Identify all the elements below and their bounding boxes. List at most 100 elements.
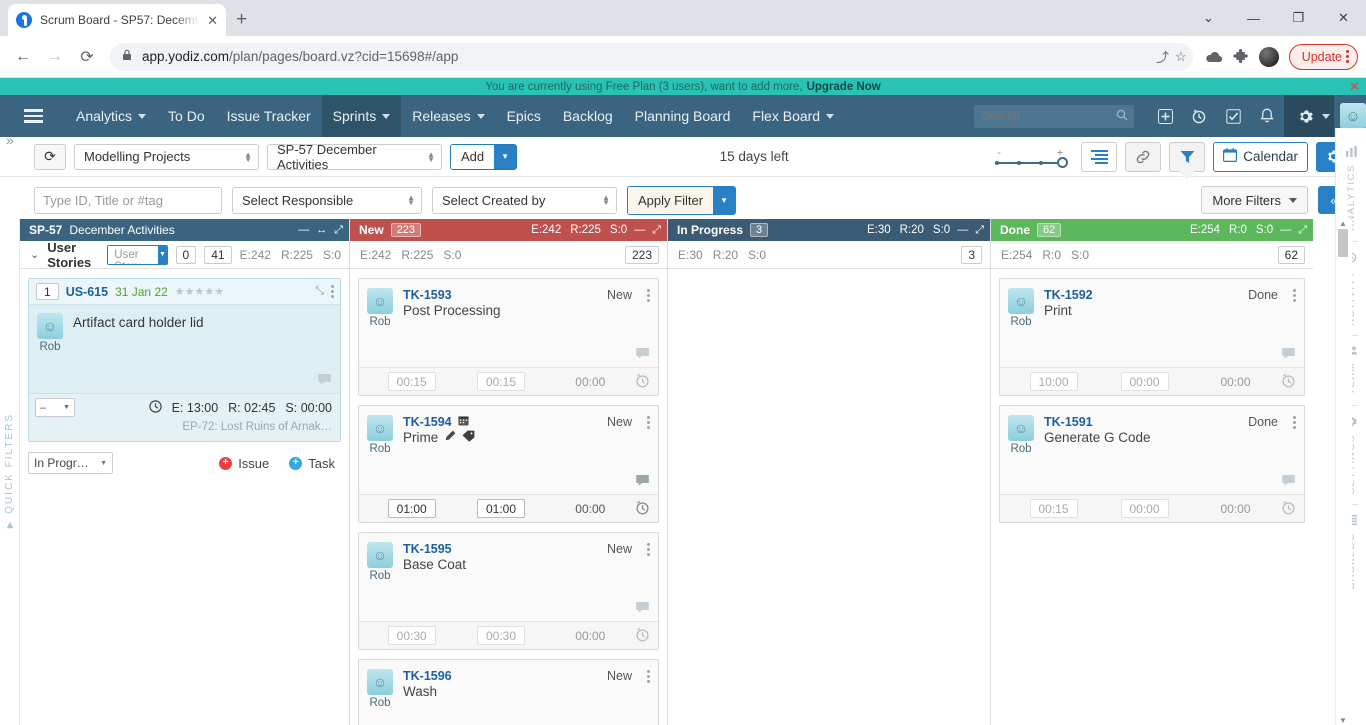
expand-icon[interactable]: ⤢ — [334, 224, 343, 237]
expand-icon[interactable]: ⤢ — [652, 224, 661, 237]
expand-left-panel-icon[interactable]: » — [6, 132, 14, 148]
priority-select[interactable]: – ▼ — [35, 398, 75, 417]
timer-icon[interactable] — [635, 373, 650, 391]
cloud-extension-icon[interactable] — [1205, 50, 1223, 64]
chevron-down-icon[interactable]: ▼ — [713, 186, 736, 214]
tab-close-icon[interactable]: ✕ — [207, 14, 218, 27]
upgrade-now-link[interactable]: Upgrade Now — [807, 81, 881, 93]
minimize-icon[interactable]: — — [298, 224, 309, 236]
card-size-slider[interactable]: - + — [991, 148, 1069, 168]
task-estimate[interactable]: 00:30 — [387, 626, 436, 645]
refresh-button[interactable]: ⟳ — [34, 143, 66, 170]
timer-icon[interactable] — [1281, 500, 1296, 518]
task-estimate[interactable]: 00:15 — [387, 372, 436, 391]
task-estimate[interactable]: 10:00 — [1029, 372, 1078, 391]
task-status[interactable]: New — [607, 542, 632, 556]
add-icon[interactable] — [1148, 95, 1182, 137]
task-id[interactable]: TK-1595 — [403, 542, 466, 556]
nav-issue-tracker[interactable]: Issue Tracker — [216, 95, 322, 137]
task-id[interactable]: TK-1591 — [1044, 415, 1151, 429]
task-remaining[interactable]: 00:15 — [476, 372, 525, 391]
link-button[interactable] — [1125, 141, 1162, 172]
expand-icon[interactable]: ⤢ — [1298, 224, 1307, 237]
minimize-icon[interactable]: — — [1280, 224, 1291, 236]
resize-icon[interactable]: ↔ — [316, 224, 327, 236]
filter-button[interactable] — [1169, 141, 1206, 172]
scroll-down-arrow[interactable]: ▼ — [1338, 716, 1348, 725]
chevron-down-icon[interactable]: ▼ — [158, 245, 167, 264]
card-menu-icon[interactable] — [647, 416, 650, 429]
apply-filter-button[interactable]: Apply Filter ▼ — [627, 185, 737, 215]
task-status[interactable]: Done — [1248, 288, 1278, 302]
task-status[interactable]: New — [607, 415, 632, 429]
nav-planning-board[interactable]: Planning Board — [624, 95, 742, 137]
user-story-id[interactable]: US-615 — [66, 285, 108, 299]
collapse-chevron-icon[interactable]: ⌄ — [30, 248, 39, 261]
task-card[interactable]: ☺ Rob TK-1594 Prime New 01:00 01:00 00:0… — [358, 405, 659, 523]
bookmark-star-icon[interactable]: ☆ — [1175, 49, 1187, 65]
scroll-up-arrow[interactable]: ▲ — [1338, 219, 1348, 228]
scroll-thumb[interactable] — [1338, 229, 1348, 257]
chrome-menu-icon[interactable] — [1346, 50, 1349, 63]
checkbox-icon[interactable] — [1216, 95, 1250, 137]
edit-pencil-icon[interactable] — [444, 430, 456, 445]
priority-stars[interactable]: ★★★★★ — [175, 285, 224, 298]
search-icon[interactable] — [1116, 109, 1128, 124]
puzzle-extension-icon[interactable] — [1233, 48, 1249, 65]
sprint-select[interactable]: SP-57 December Activities ▲ ▼ — [267, 142, 442, 172]
comment-icon[interactable] — [1281, 347, 1296, 363]
timer-icon[interactable] — [1281, 373, 1296, 391]
task-card[interactable]: ☺ Rob TK-1593 Post Processing New 00:15 — [358, 278, 659, 396]
task-remaining[interactable]: 01:00 — [476, 499, 525, 518]
card-menu-icon[interactable] — [647, 289, 650, 302]
forward-button[interactable]: → — [40, 42, 70, 72]
card-menu-icon[interactable] — [331, 285, 334, 298]
task-status[interactable]: Done — [1248, 415, 1278, 429]
browser-tab[interactable]: Scrum Board - SP57: December A ✕ — [8, 4, 226, 36]
reload-button[interactable]: ⟳ — [72, 42, 102, 72]
task-id[interactable]: TK-1593 — [403, 288, 501, 302]
add-user-story-button[interactable]: Add User Story ▼ — [107, 244, 168, 265]
createdby-select[interactable]: Select Created by ▲ ▼ — [432, 186, 617, 214]
status-select[interactable]: In Progr… ▼ — [28, 452, 113, 474]
user-story-card[interactable]: 1 US-615 31 Jan 22 ★★★★★ ⤡ ☺ Rob Artifac… — [28, 278, 341, 442]
task-estimate[interactable]: 00:15 — [1029, 499, 1078, 518]
task-status[interactable]: New — [607, 288, 632, 302]
in-progress-tasks-body[interactable] — [668, 269, 990, 725]
list-view-button[interactable] — [1081, 141, 1118, 172]
banner-close-icon[interactable]: ✕ — [1349, 79, 1360, 95]
task-remaining[interactable]: 00:00 — [1120, 499, 1169, 518]
task-estimate[interactable]: 01:00 — [387, 499, 436, 518]
add-button[interactable]: Add ▼ — [450, 143, 518, 170]
add-task-button[interactable]: + Task — [289, 456, 335, 471]
task-id[interactable]: TK-1596 — [403, 669, 452, 683]
chevron-down-icon[interactable] — [1322, 113, 1330, 119]
project-select[interactable]: Modelling Projects ▲ ▼ — [74, 143, 259, 170]
epic-label[interactable]: EP-72: Lost Ruins of Arnak… — [29, 421, 340, 441]
task-card[interactable]: ☺ Rob TK-1592 Print Done 10:00 00:00 00:… — [999, 278, 1305, 396]
task-card[interactable]: ☺ Rob TK-1591 Generate G Code Done 00:15 — [999, 405, 1305, 523]
nav-analytics[interactable]: Analytics — [65, 95, 157, 137]
task-id[interactable]: TK-1594 — [403, 415, 452, 429]
chevron-down-icon[interactable]: ▼ — [494, 144, 517, 169]
expand-icon[interactable]: ⤢ — [975, 224, 984, 237]
comment-icon[interactable] — [317, 373, 332, 389]
comment-icon[interactable] — [635, 347, 650, 363]
add-issue-button[interactable]: + Issue — [219, 456, 269, 471]
close-window-button[interactable]: ✕ — [1321, 0, 1366, 36]
calendar-button[interactable]: Calendar — [1213, 141, 1308, 172]
comment-icon[interactable] — [635, 474, 650, 490]
maximize-button[interactable]: ❐ — [1276, 0, 1321, 36]
task-remaining[interactable]: 00:30 — [476, 626, 525, 645]
back-button[interactable]: ← — [8, 42, 38, 72]
nav-epics[interactable]: Epics — [496, 95, 552, 137]
history-icon[interactable] — [1182, 95, 1216, 137]
nav-flex-board[interactable]: Flex Board — [741, 95, 845, 137]
bell-icon[interactable] — [1250, 95, 1284, 137]
chrome-menu-chevron-icon[interactable]: ⌄ — [1186, 0, 1231, 36]
card-menu-icon[interactable] — [647, 543, 650, 556]
task-status[interactable]: New — [607, 669, 632, 683]
timer-icon[interactable] — [635, 500, 650, 518]
timer-icon[interactable] — [635, 627, 650, 645]
card-menu-icon[interactable] — [1293, 416, 1296, 429]
